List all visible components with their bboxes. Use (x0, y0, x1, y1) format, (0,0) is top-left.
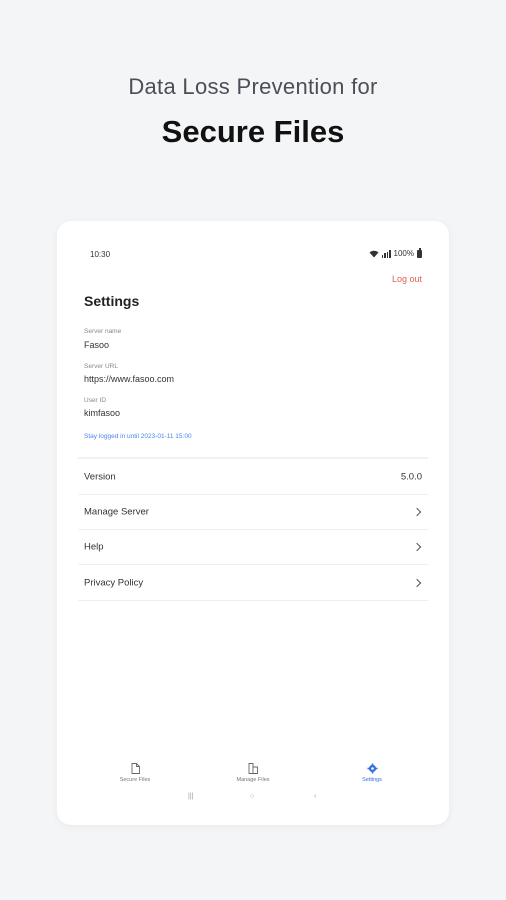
status-time: 10:30 (90, 250, 111, 259)
nav-secure-files[interactable]: Secure Files (95, 761, 175, 783)
page-title: Settings (84, 293, 140, 309)
device-screen: 10:30 100% Log out Settings Server name … (57, 221, 449, 825)
home-icon[interactable]: ○ (250, 793, 254, 800)
manage-server-label: Manage Server (84, 506, 149, 518)
folder-files-icon (248, 762, 258, 774)
nav-label: Manage Files (236, 777, 270, 783)
nav-manage-files[interactable]: Manage Files (213, 761, 293, 783)
version-value: 5.0.0 (400, 471, 422, 483)
version-label: Version (84, 471, 116, 483)
wifi-icon (369, 250, 379, 257)
nav-label: Secure Files (119, 777, 151, 783)
menu-item-privacy-policy[interactable]: Privacy Policy (78, 566, 428, 601)
battery-icon (417, 248, 422, 258)
promo-headline: Data Loss Prevention for (128, 74, 378, 99)
privacy-policy-label: Privacy Policy (84, 577, 144, 589)
chevron-right-icon (412, 542, 422, 552)
server-url-value: https://www.fasoo.com (84, 374, 175, 384)
back-icon[interactable]: ‹ (314, 793, 316, 800)
recent-apps-icon[interactable]: ||| (188, 793, 193, 800)
status-bar: 10:30 100% (90, 248, 422, 261)
user-id-label: User ID (84, 397, 107, 404)
logout-button[interactable]: Log out (392, 274, 422, 284)
nav-label: Settings (362, 777, 382, 783)
menu-item-version: Version 5.0.0 (78, 460, 428, 495)
chevron-right-icon (412, 578, 422, 588)
server-name-value: Fasoo (84, 340, 110, 350)
signal-icon (381, 250, 391, 258)
menu-item-help[interactable]: Help (78, 530, 428, 565)
menu-item-manage-server[interactable]: Manage Server (78, 495, 428, 530)
gear-icon (367, 763, 377, 773)
bottom-navigation: Secure Files Manage Files Settings (78, 761, 428, 791)
nav-settings[interactable]: Settings (332, 761, 412, 783)
battery-percent: 100% (393, 249, 414, 258)
stay-logged-in-note: Stay logged in until 2023-01-11 15:00 (84, 433, 192, 440)
server-name-label: Server name (84, 328, 122, 335)
help-label: Help (84, 541, 104, 553)
section-divider (78, 457, 428, 459)
system-navigation-bar: ||| ○ ‹ (78, 793, 428, 803)
server-url-label: Server URL (84, 363, 118, 370)
promo-headline-strong: Secure Files (161, 114, 345, 149)
status-icons: 100% (369, 248, 422, 258)
chevron-right-icon (412, 507, 422, 517)
user-id-value: kimfasoo (84, 408, 121, 418)
document-icon (131, 762, 140, 774)
